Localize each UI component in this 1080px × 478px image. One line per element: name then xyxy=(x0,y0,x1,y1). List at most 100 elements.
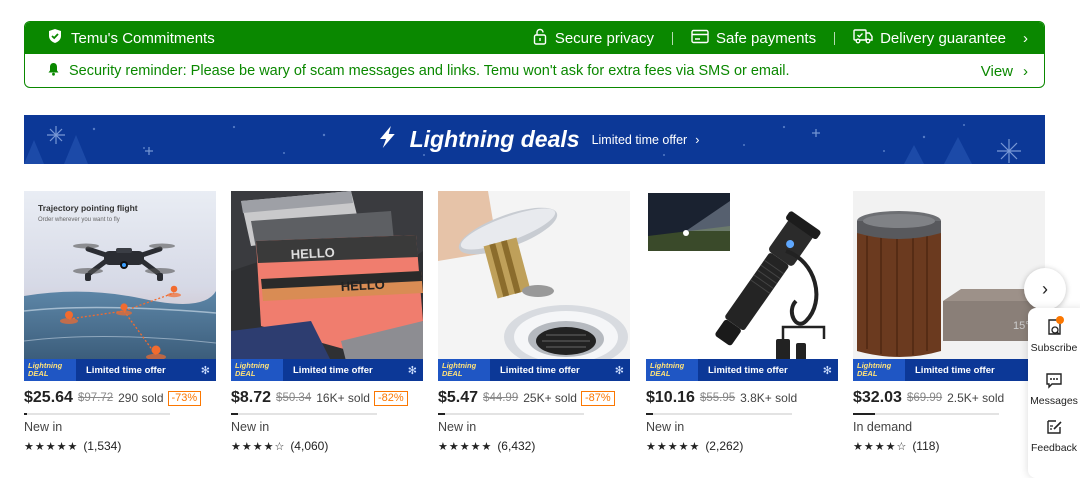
chevron-right-icon: › xyxy=(1042,278,1048,299)
product-card[interactable]: Lightning DEAL Limited time offer ✻ $10.1… xyxy=(646,191,838,453)
lightning-deal-badge: LightningDEAL Limited time offer ✻ xyxy=(853,359,1045,381)
deal-badge-text: Limited time offer xyxy=(293,364,373,376)
view-link[interactable]: View › xyxy=(981,63,1028,80)
chevron-right-icon: › xyxy=(695,132,700,147)
star-rating-icon: ★★★★☆ xyxy=(231,440,286,453)
chevron-right-icon: › xyxy=(1023,62,1028,80)
star-rating-icon: ★★★★★ xyxy=(24,440,79,453)
flashlight-image xyxy=(646,191,838,381)
rating: ★★★★★ (1,534) xyxy=(24,439,216,453)
delivery-guarantee-link[interactable]: Delivery guarantee › xyxy=(853,28,1028,48)
divider xyxy=(834,31,836,45)
product-image[interactable]: Lightning DEAL Limited time offer ✻ xyxy=(646,191,838,381)
star-rating-icon: ★★★★★ xyxy=(646,440,701,453)
secure-privacy-link[interactable]: Secure privacy xyxy=(532,28,654,49)
lightning-deal-badge: LightningDEAL Limited time offer ✻ xyxy=(24,359,216,381)
storage-canister-image: 15° xyxy=(853,191,1045,381)
card-icon xyxy=(691,29,709,48)
feedback-button[interactable]: Feedback xyxy=(1028,418,1080,454)
original-price: $44.99 xyxy=(483,392,519,404)
price: $5.47 xyxy=(438,389,479,406)
lock-icon xyxy=(532,28,548,49)
commitments-panel: Temu's Commitments Secure privacy Safe p… xyxy=(24,21,1045,88)
truck-icon xyxy=(853,28,873,48)
price-row: $32.03 $69.99 2.5K+ sold xyxy=(853,389,1045,407)
svg-text:HELLO: HELLO xyxy=(340,277,385,294)
sold-count: 2.5K+ sold xyxy=(947,391,1005,405)
shield-check-icon xyxy=(47,28,63,48)
price: $10.16 xyxy=(646,389,695,406)
carousel-next-button[interactable]: › xyxy=(1024,268,1066,310)
deal-badge-text: Limited time offer xyxy=(915,364,995,376)
discount-badge: -73% xyxy=(167,390,202,406)
sold-count: 3.8K+ sold xyxy=(740,391,798,405)
delivery-guarantee-label: Delivery guarantee xyxy=(880,29,1006,47)
discount-badge: -87% xyxy=(580,390,615,406)
rating: ★★★★☆ (118) xyxy=(853,439,1045,453)
price: $32.03 xyxy=(853,389,902,406)
drain-stopper-image xyxy=(438,191,630,381)
original-price: $55.95 xyxy=(699,392,736,404)
lightning-deal-badge: LightningDEAL Limited time offer ✻ xyxy=(231,359,423,381)
lightning-deals-banner[interactable]: Lightning deals Limited time offer › xyxy=(24,115,1045,164)
messages-button[interactable]: Messages xyxy=(1028,371,1080,407)
commitments-title[interactable]: Temu's Commitments xyxy=(47,28,215,48)
original-price: $97.72 xyxy=(77,392,114,404)
product-tag: In demand xyxy=(853,420,913,434)
limited-time-offer-link[interactable]: Limited time offer › xyxy=(592,133,700,147)
product-tag: New in xyxy=(438,420,477,434)
deal-badge-text: Limited time offer xyxy=(708,364,788,376)
rating: ★★★★★ (6,432) xyxy=(438,439,630,453)
side-panel: Subscribe Messages Feedback xyxy=(1028,308,1080,478)
product-image[interactable]: Trajectory pointing flight Order whereve… xyxy=(24,191,216,381)
price-row: $10.16 $55.95 3.8K+ sold xyxy=(646,389,838,407)
sold-progress-bar xyxy=(438,413,584,415)
security-reminder: Security reminder: Please be wary of sca… xyxy=(25,54,1044,87)
boxer-briefs-image: HELLO HELLO xyxy=(231,191,423,381)
limited-time-offer-label: Limited time offer xyxy=(591,132,688,147)
product-image[interactable]: HELLO HELLO Lightning DEAL Limited time o… xyxy=(231,191,423,381)
price-row: $25.64 $97.72 290 sold -73% xyxy=(24,389,216,407)
sold-progress-bar xyxy=(24,413,170,415)
product-card[interactable]: Trajectory pointing flight Order whereve… xyxy=(24,191,216,453)
review-count: (1,534) xyxy=(83,439,122,453)
lightning-deal-badge: LightningDEAL Limited time offer ✻ xyxy=(438,359,630,381)
product-image[interactable]: 15° LightningDEAL Limited time offer ✻ xyxy=(853,191,1045,381)
subscribe-button[interactable]: Subscribe xyxy=(1028,316,1080,354)
safe-payments-link[interactable]: Safe payments xyxy=(691,29,816,48)
product-card[interactable]: 15° LightningDEAL Limited time offer ✻ $… xyxy=(853,191,1045,453)
product-card[interactable]: Lightning DEAL Limited time offer ✻ $5.47… xyxy=(438,191,630,453)
rating: ★★★★★ (2,262) xyxy=(646,439,838,453)
price: $8.72 xyxy=(231,389,272,406)
snowflake-icon: ✻ xyxy=(407,364,417,377)
image-subcaption: Order wherever you want to fly xyxy=(38,217,120,223)
snowflake-icon: ✻ xyxy=(822,364,832,377)
security-reminder-text: Security reminder: Please be wary of sca… xyxy=(69,63,790,79)
discount-badge: -82% xyxy=(373,390,408,406)
price-row: $5.47 $44.99 25K+ sold -87% xyxy=(438,389,630,407)
bell-icon xyxy=(47,62,60,80)
product-card[interactable]: HELLO HELLO Lightning DEAL Limited time o… xyxy=(231,191,423,453)
review-count: (2,262) xyxy=(705,439,744,453)
lightning-bolt-icon xyxy=(379,125,398,154)
feedback-icon xyxy=(1045,418,1063,442)
safe-payments-label: Safe payments xyxy=(716,29,817,47)
product-tag: New in xyxy=(646,420,685,434)
star-rating-icon: ★★★★★ xyxy=(438,440,493,453)
review-count: (6,432) xyxy=(497,439,536,453)
svg-text:HELLO: HELLO xyxy=(290,245,335,262)
rating: ★★★★☆ (4,060) xyxy=(231,439,423,453)
sold-progress-bar xyxy=(646,413,792,415)
sold-progress-bar xyxy=(853,413,999,415)
messages-label: Messages xyxy=(1030,395,1078,407)
drone-image: Trajectory pointing flight Order whereve… xyxy=(24,191,216,381)
chat-icon xyxy=(1045,371,1063,395)
price-row: $8.72 $50.34 16K+ sold -82% xyxy=(231,389,423,407)
snowflake-icon: ✻ xyxy=(200,364,210,377)
feedback-label: Feedback xyxy=(1030,442,1078,454)
deal-badge-text: Limited time offer xyxy=(500,364,580,376)
review-count: (118) xyxy=(912,439,940,453)
product-image[interactable]: Lightning DEAL Limited time offer ✻ xyxy=(438,191,630,381)
sold-count: 290 sold xyxy=(118,391,164,405)
commitments-header: Temu's Commitments Secure privacy Safe p… xyxy=(25,22,1044,54)
